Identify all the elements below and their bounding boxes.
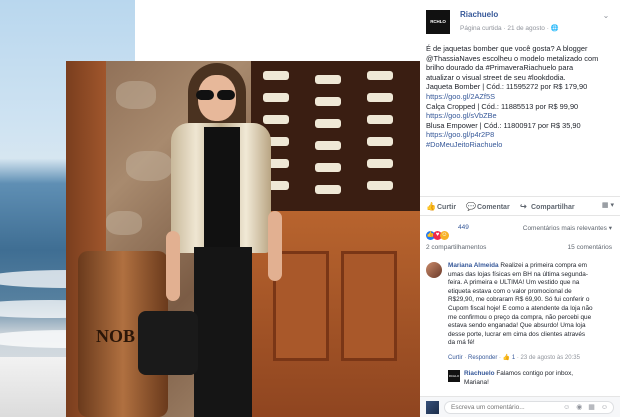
post-link[interactable]: #DoMeuJeitoRiachuelo [426,140,618,150]
comment-button[interactable]: 💬Comentar [466,202,510,211]
comment-count[interactable]: 15 comentários [568,244,612,251]
avatar [426,401,439,414]
comment-sort-dropdown[interactable]: Comentários mais relevantes ▾ [523,224,612,232]
comment-like-count[interactable]: 👍 1 [503,355,515,361]
comment-composer: ☺ ◉ ▦ ☺ [420,396,620,417]
top-blank-area [135,0,425,60]
post-text-line: Jaqueta Bomber | Cód.: 11595272 por R$ 1… [426,82,588,92]
chevron-down-icon: ▾ [610,202,614,209]
comment-text-line: etiqueta estava com o valor promocional … [448,287,572,295]
post-text-line: brilho dourado da #PrimaveraRiachuelo pa… [426,63,574,73]
comment-footer: Curtir · Responder · 👍 1 · 23 de agosto … [448,355,580,361]
comment-text-line: Mariana Almeida Realizei a primeira comp… [448,262,616,271]
post-meta: Página curtida · 21 de agosto · 🌐 [460,25,559,32]
post-link[interactable]: https://goo.gl/sVbZBe [426,111,618,121]
reactions-row: 👍♥ ☺ 449 Comentários mais relevantes ▾ [426,222,616,240]
reply-text: Riachuelo Falamos contigo por inbox, Mar… [464,370,614,387]
post-text-line: Blusa Empower | Cód.: 11800917 por R$ 35… [426,120,581,130]
wine-bottle [367,71,393,80]
action-bar: 👍Curtir 💬Comentar ↪ Compartilhar ▦ ▾ [420,196,620,216]
wine-bottle [367,115,393,124]
comment-text-line: feira. A primeira e ÚLTIMA! Um vestido q… [448,279,580,287]
post-panel: RCHLO Riachuelo Página curtida · 21 de a… [420,0,620,417]
reply-message: Falamos contigo por inbox, [496,370,574,377]
comment-text-line: R$29,90, me cobraram R$ 69,90. Só fui co… [448,296,590,304]
comment-author[interactable]: Mariana Almeida [448,262,499,269]
stone [126,151,172,181]
composer-icons[interactable]: ☺ ◉ ▦ ☺ [563,403,610,411]
share-count[interactable]: 2 compartilhamentos [426,244,486,251]
wine-bottle [367,137,393,146]
like-label: Curtir [437,204,457,211]
wine-bottle [367,181,393,190]
share-label: Compartilhar [531,204,575,211]
comment-text-line: desse porte, lucrar em cima dos clientes… [448,330,586,338]
comment-text: Mariana Almeida Realizei a primeira comp… [448,262,616,348]
sunglasses [196,87,238,100]
post-text-line: Calça Cropped | Cód.: 11885513 por R$ 99… [426,101,579,111]
share-arrow-icon: ↪ [520,202,527,211]
thumbs-up-icon: 👍 [426,202,436,211]
comment-text-part: Realizei a primeira compra em [500,262,588,269]
speech-bubble-icon: 💬 [466,202,476,211]
post-text-line: atualizar o visual street de seu #lookdo… [426,72,566,82]
post-text-line: É de jaquetas bomber que você gosta? A b… [426,44,588,53]
comment-text-line: estava sendo enganada! Que absurdo! Uma … [448,322,586,330]
wine-bottle [315,75,341,84]
like-button[interactable]: 👍Curtir [426,202,456,211]
wine-bottle [263,93,289,102]
reply-message-cont: Mariana! [464,378,489,386]
stone [116,81,156,109]
engagement-counts: 2 compartilhamentos 15 comentários [426,244,616,254]
comment-reply-link[interactable]: Responder [468,355,497,361]
stone [106,211,142,235]
reply-author[interactable]: Riachuelo [464,370,495,377]
post-photo[interactable]: NOB [66,61,421,417]
wine-bottle [315,185,341,194]
chevron-down-icon[interactable]: ⌄ [600,11,612,21]
wine-bottle [315,119,341,128]
avatar[interactable]: RCHLO [448,370,460,382]
wine-bottle [263,115,289,124]
haha-reaction-icon: ☺ [440,231,449,240]
wine-rack [251,61,421,211]
cabinet-door [341,251,397,361]
barrel-lettering: NOB [96,326,136,346]
wine-bottle [367,93,393,102]
page-name-link[interactable]: Riachuelo [460,10,498,19]
comment-like-link[interactable]: Curtir [448,355,463,361]
post-link[interactable]: https://goo.gl/2AZf5S [426,92,618,102]
wine-bottle [263,71,289,80]
comment-text-line: me confirmou o preço da compra, não perc… [448,313,592,321]
avatar[interactable] [426,262,442,278]
post-link[interactable]: https://goo.gl/p4r2P8 [426,130,618,140]
wine-bottle [315,163,341,172]
comment-text-line: umas das lojas físicas em BH na última s… [448,270,588,278]
reaction-count[interactable]: 449 [458,224,469,231]
black-top [204,127,240,247]
model-arm [268,211,282,281]
post-text-line: @ThassiaNaves escolheu o modelo metaliza… [426,53,599,63]
comment-timestamp[interactable]: 23 de agosto às 20:35 [521,355,580,361]
wine-bottle [315,97,341,106]
post-text: É de jaquetas bomber que você gosta? A b… [426,44,618,150]
model-arm [166,231,180,301]
audience-icon: ▦ [601,202,609,209]
share-menu-dropdown[interactable]: ▦ ▾ [602,201,614,209]
comment-text-line: Cupom fiscal hoje! E como a atendente da… [448,304,593,312]
share-button[interactable]: ↪ Compartilhar [520,202,575,211]
reaction-icons[interactable]: 👍♥ ☺ [426,223,449,241]
cropped-pants [194,247,252,417]
wine-bottle [315,141,341,150]
page-avatar[interactable]: RCHLO [426,10,450,34]
comment-label: Comentar [477,204,510,211]
quilted-bag [138,311,198,375]
post-header: RCHLO Riachuelo Página curtida · 21 de a… [426,7,616,37]
comment-text-line: da má fé! [448,339,475,347]
wine-bottle [367,159,393,168]
